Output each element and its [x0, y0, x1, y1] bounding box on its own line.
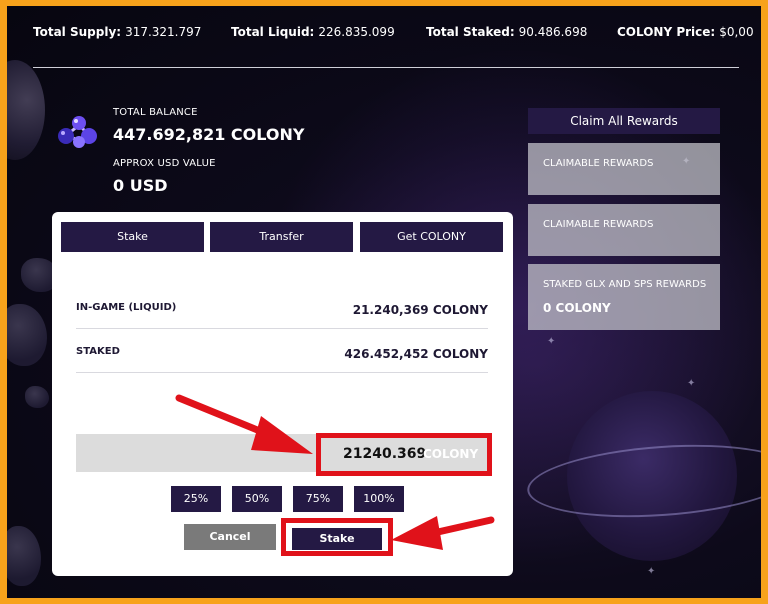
reward-card-title: CLAIMABLE REWARDS	[543, 158, 654, 169]
percent-50-button[interactable]: 50%	[232, 486, 282, 512]
stat-total-liquid: Total Liquid: 226.835.099	[231, 25, 395, 39]
percent-75-button[interactable]: 75%	[293, 486, 343, 512]
total-balance-label: TOTAL BALANCE	[113, 107, 198, 118]
row-divider	[76, 372, 488, 373]
stat-value: $0,00	[719, 25, 754, 39]
app-background: ✦ ✦ ✦ ✦ Total Supply:317.321.797 Total L…	[7, 6, 761, 598]
total-balance-value: 447.692,821 COLONY	[113, 125, 305, 144]
stat-value: 317.321.797	[125, 25, 202, 39]
reward-card-amount: 0 COLONY	[543, 301, 611, 315]
amount-unit: COLONY	[423, 447, 479, 461]
stat-value: 226.835.099	[318, 25, 395, 39]
tab-get-colony[interactable]: Get COLONY	[360, 222, 503, 252]
arrow-icon	[175, 394, 313, 454]
background-asteroid	[7, 304, 47, 366]
stat-value: 90.486.698	[518, 25, 588, 39]
usd-value: 0 USD	[113, 176, 168, 195]
arrow-icon	[391, 516, 495, 550]
percent-25-button[interactable]: 25%	[171, 486, 221, 512]
header-divider	[33, 67, 739, 68]
cancel-button[interactable]: Cancel	[184, 524, 276, 550]
liquid-balance-label: IN-GAME (LIQUID)	[76, 302, 177, 313]
background-planet-left	[7, 60, 45, 160]
liquid-balance-value: 21.240,369 COLONY	[352, 303, 488, 317]
amount-value: 21240.369	[343, 446, 427, 462]
stat-label: Total Staked:	[426, 25, 515, 39]
stat-label: Total Liquid:	[231, 25, 315, 39]
tab-transfer[interactable]: Transfer	[210, 222, 353, 252]
background-asteroid	[7, 526, 41, 586]
stat-label: Total Supply:	[33, 25, 122, 39]
staked-glx-sps-rewards-card: STAKED GLX AND SPS REWARDS 0 COLONY	[528, 264, 720, 330]
tab-stake[interactable]: Stake	[61, 222, 204, 252]
staked-balance-value: 426.452,452 COLONY	[344, 347, 488, 361]
claimable-rewards-card: CLAIMABLE REWARDS	[528, 143, 720, 195]
row-divider	[76, 328, 488, 329]
amount-highlight-box[interactable]: 21240.369 COLONY	[316, 433, 492, 476]
stake-button[interactable]: Stake	[292, 528, 382, 550]
token-stats-bar: Total Supply: 317.321.797 Total Liquid: 22…	[33, 25, 754, 41]
stat-label: COLONY Price:	[617, 25, 716, 39]
stat-total-supply: Total Supply: 317.321.797	[33, 25, 201, 39]
reward-card-title: CLAIMABLE REWARDS	[543, 219, 654, 230]
reward-card-title: STAKED GLX AND SPS REWARDS	[543, 279, 707, 290]
claim-all-rewards-button[interactable]: Claim All Rewards	[528, 108, 720, 134]
background-asteroid	[25, 386, 49, 408]
usd-value-label: APPROX USD VALUE	[113, 158, 216, 169]
star-icon: ✦	[547, 336, 556, 347]
star-icon: ✦	[687, 378, 696, 389]
stat-colony-price: COLONY Price: $0,00	[617, 25, 754, 39]
staked-balance-label: STAKED	[76, 346, 120, 357]
star-icon: ✦	[647, 566, 656, 577]
stat-total-staked: Total Staked: 90.486.698	[426, 25, 587, 39]
claimable-rewards-card: CLAIMABLE REWARDS	[528, 204, 720, 256]
stake-highlight-box: Stake	[281, 518, 393, 556]
colony-token-icon	[58, 116, 97, 148]
